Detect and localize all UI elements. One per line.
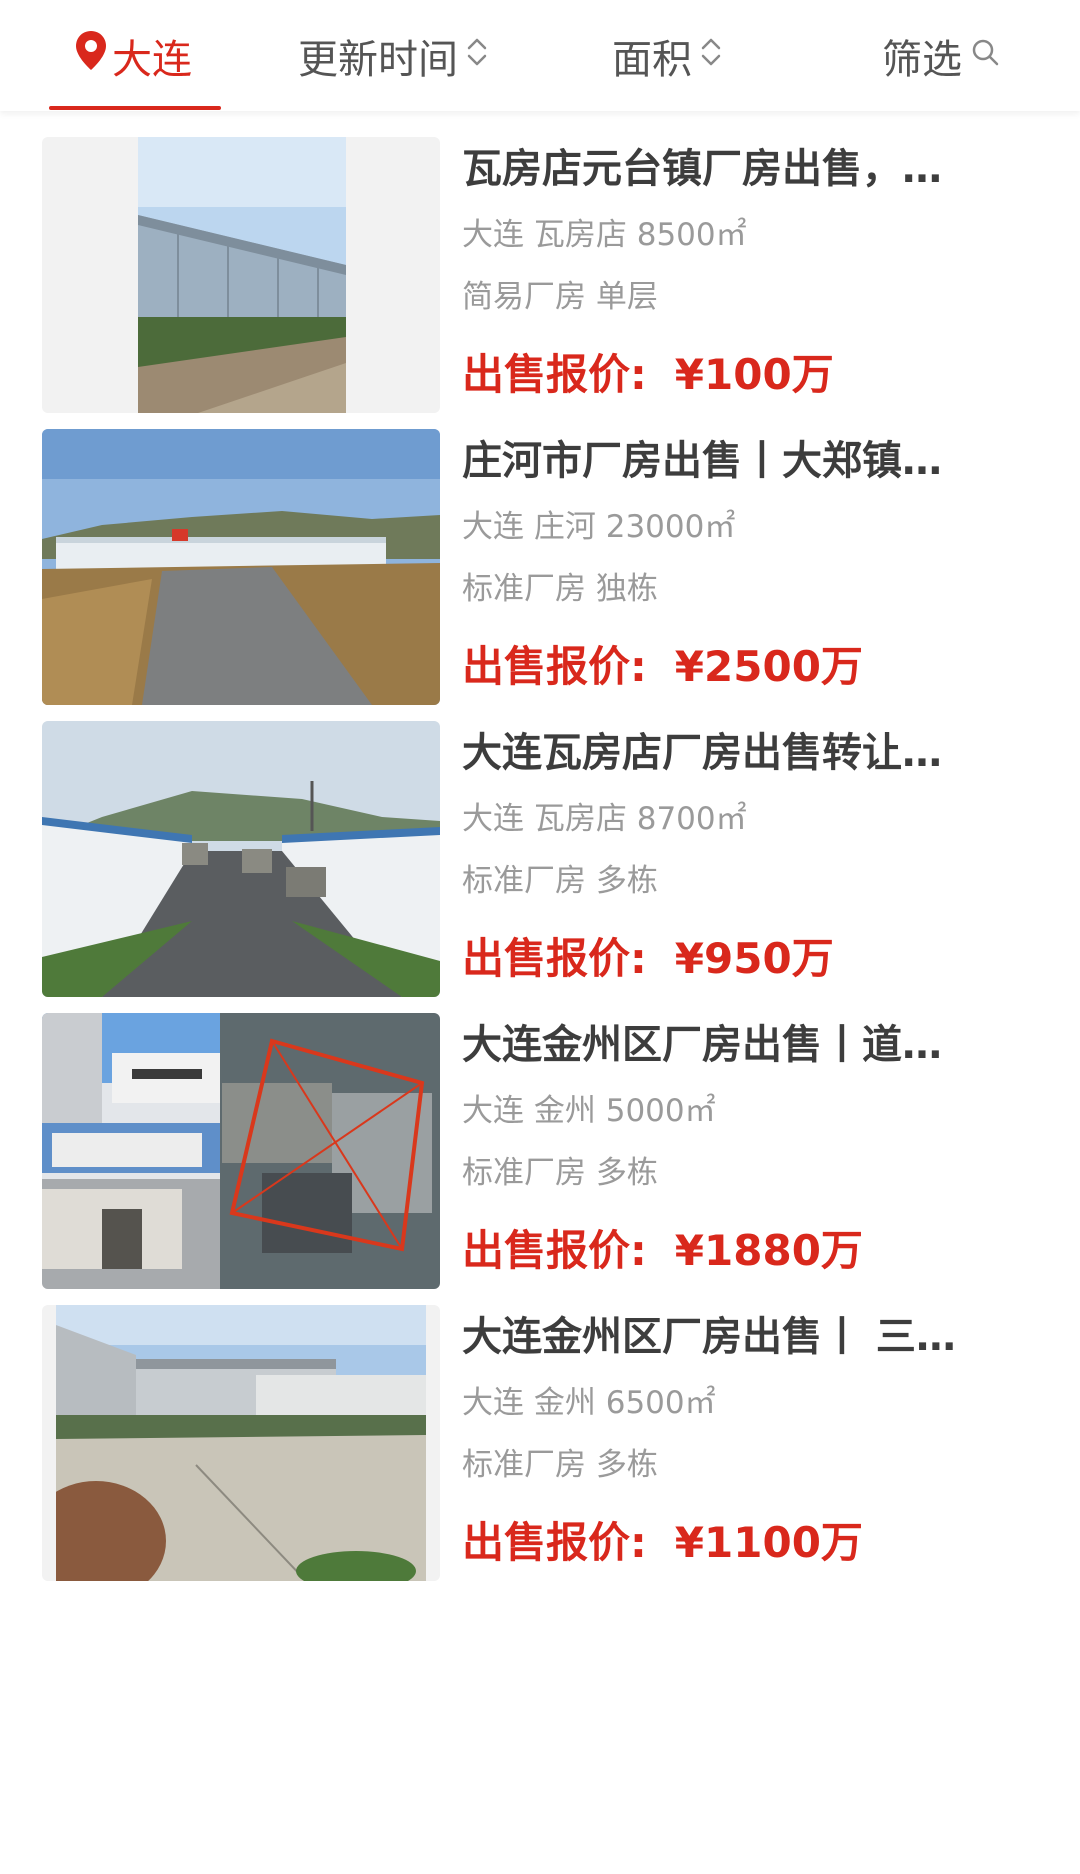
listing-type: 简易厂房: [462, 279, 586, 315]
listing-card[interactable]: 瓦房店元台镇厂房出售，… 大连 瓦房店 8500㎡ 简易厂房 单层 出售报价: ¥…: [0, 111, 1080, 413]
listing-list: 瓦房店元台镇厂房出售，… 大连 瓦房店 8500㎡ 简易厂房 单层 出售报价: ¥…: [0, 111, 1080, 1874]
listing-area: 23000㎡: [605, 509, 736, 545]
listing-card[interactable]: 大连金州区厂房出售丨道… 大连 金州 5000㎡ 标准厂房 多栋 出售报价: ¥1…: [0, 987, 1080, 1289]
listing-title: 瓦房店元台镇厂房出售，…: [462, 146, 942, 192]
listing-title: 大连金州区厂房出售丨道…: [462, 1022, 942, 1068]
listing-photo: [42, 137, 440, 413]
sort-area-label: 面积: [612, 37, 692, 83]
listing-location-area: 大连 金州 5000㎡: [462, 1091, 1022, 1131]
listing-info: 大连金州区厂房出售丨 三… 大连 金州 6500㎡ 标准厂房 多栋 出售报价: ¥…: [462, 1307, 1022, 1573]
price-amount: ¥100万: [674, 350, 834, 399]
listing-district: 金州: [533, 1093, 596, 1129]
listing-type-row: 简易厂房 单层: [462, 277, 1022, 317]
listing-title: 大连金州区厂房出售丨 三…: [462, 1314, 956, 1360]
listing-district: 瓦房店: [533, 801, 627, 837]
listing-area: 6500㎡: [605, 1385, 716, 1421]
listing-building: 单层: [595, 279, 658, 315]
listing-building: 独栋: [595, 571, 658, 607]
listing-info: 瓦房店元台镇厂房出售，… 大连 瓦房店 8500㎡ 简易厂房 单层 出售报价: ¥…: [462, 139, 1022, 405]
listing-city: 大连: [462, 1385, 524, 1421]
filter-bar: 大连 更新时间 面积 筛选: [0, 0, 1080, 111]
listing-card[interactable]: 庄河市厂房出售丨大郑镇… 大连 庄河 23000㎡ 标准厂房 独栋 出售报价: ¥…: [0, 403, 1080, 705]
listing-info: 庄河市厂房出售丨大郑镇… 大连 庄河 23000㎡ 标准厂房 独栋 出售报价: ¥…: [462, 431, 1022, 697]
listing-area: 5000㎡: [605, 1093, 716, 1129]
sort-arrows-icon: [700, 33, 722, 79]
listing-info: 大连瓦房店厂房出售转让… 大连 瓦房店 8700㎡ 标准厂房 多栋 出售报价: ¥…: [462, 723, 1022, 989]
listing-price: 出售报价: ¥1100万: [462, 1513, 1022, 1573]
listing-info: 大连金州区厂房出售丨道… 大连 金州 5000㎡ 标准厂房 多栋 出售报价: ¥1…: [462, 1015, 1022, 1281]
price-label: 出售报价:: [462, 350, 647, 399]
listing-type: 标准厂房: [462, 1447, 586, 1483]
price-amount: ¥2500万: [674, 642, 863, 691]
listing-type: 标准厂房: [462, 863, 586, 899]
price-label: 出售报价:: [462, 642, 647, 691]
listing-area: 8700㎡: [636, 801, 747, 837]
sort-arrows-icon: [466, 33, 488, 79]
listing-district: 金州: [533, 1385, 596, 1421]
listing-card[interactable]: 大连金州区厂房出售丨 三… 大连 金州 6500㎡ 标准厂房 多栋 出售报价: ¥…: [0, 1279, 1080, 1581]
location-label: 大连: [112, 37, 192, 83]
sort-area[interactable]: 面积: [612, 26, 722, 86]
listing-type: 标准厂房: [462, 571, 586, 607]
listing-photo: [42, 1013, 440, 1289]
active-tab-indicator: [49, 106, 221, 110]
listing-type: 标准厂房: [462, 1155, 586, 1191]
filter-label: 筛选: [882, 37, 962, 83]
listing-city: 大连: [462, 509, 524, 545]
listing-type-row: 标准厂房 多栋: [462, 1153, 1022, 1193]
price-amount: ¥1100万: [674, 1518, 863, 1567]
location-pin-icon: [74, 30, 108, 82]
price-amount: ¥950万: [674, 934, 834, 983]
listing-price: 出售报价: ¥950万: [462, 929, 1022, 989]
filter-button[interactable]: 筛选: [882, 26, 1000, 86]
listing-type-row: 标准厂房 多栋: [462, 1445, 1022, 1485]
listing-type-row: 标准厂房 多栋: [462, 861, 1022, 901]
sort-update-time-label: 更新时间: [298, 37, 458, 83]
search-icon: [970, 33, 1000, 79]
price-amount: ¥1880万: [674, 1226, 863, 1275]
price-label: 出售报价:: [462, 934, 647, 983]
listing-card[interactable]: 大连瓦房店厂房出售转让… 大连 瓦房店 8700㎡ 标准厂房 多栋 出售报价: ¥…: [0, 695, 1080, 997]
listing-title: 大连瓦房店厂房出售转让…: [462, 730, 942, 776]
price-label: 出售报价:: [462, 1226, 647, 1275]
listing-area: 8500㎡: [636, 217, 747, 253]
listing-photo: [42, 429, 440, 705]
sort-update-time[interactable]: 更新时间: [298, 26, 488, 86]
listing-building: 多栋: [595, 1447, 658, 1483]
listing-location-area: 大连 瓦房店 8700㎡: [462, 799, 1022, 839]
listing-district: 瓦房店: [533, 217, 627, 253]
listing-building: 多栋: [595, 863, 658, 899]
listing-location-area: 大连 金州 6500㎡: [462, 1383, 1022, 1423]
listing-price: 出售报价: ¥2500万: [462, 637, 1022, 697]
listing-price: 出售报价: ¥100万: [462, 345, 1022, 405]
location-filter[interactable]: 大连: [74, 26, 192, 86]
listing-city: 大连: [462, 1093, 524, 1129]
listing-title: 庄河市厂房出售丨大郑镇…: [462, 438, 942, 484]
listing-location-area: 大连 庄河 23000㎡: [462, 507, 1022, 547]
listing-location-area: 大连 瓦房店 8500㎡: [462, 215, 1022, 255]
listing-district: 庄河: [533, 509, 596, 545]
listing-city: 大连: [462, 801, 524, 837]
listing-price: 出售报价: ¥1880万: [462, 1221, 1022, 1281]
listing-page: 大连 更新时间 面积 筛选 瓦房店元台镇厂房出售，… 大连 瓦房店 8500㎡ …: [0, 0, 1080, 1874]
listing-photo: [42, 1305, 440, 1581]
listing-building: 多栋: [595, 1155, 658, 1191]
listing-city: 大连: [462, 217, 524, 253]
listing-type-row: 标准厂房 独栋: [462, 569, 1022, 609]
listing-photo: [42, 721, 440, 997]
price-label: 出售报价:: [462, 1518, 647, 1567]
